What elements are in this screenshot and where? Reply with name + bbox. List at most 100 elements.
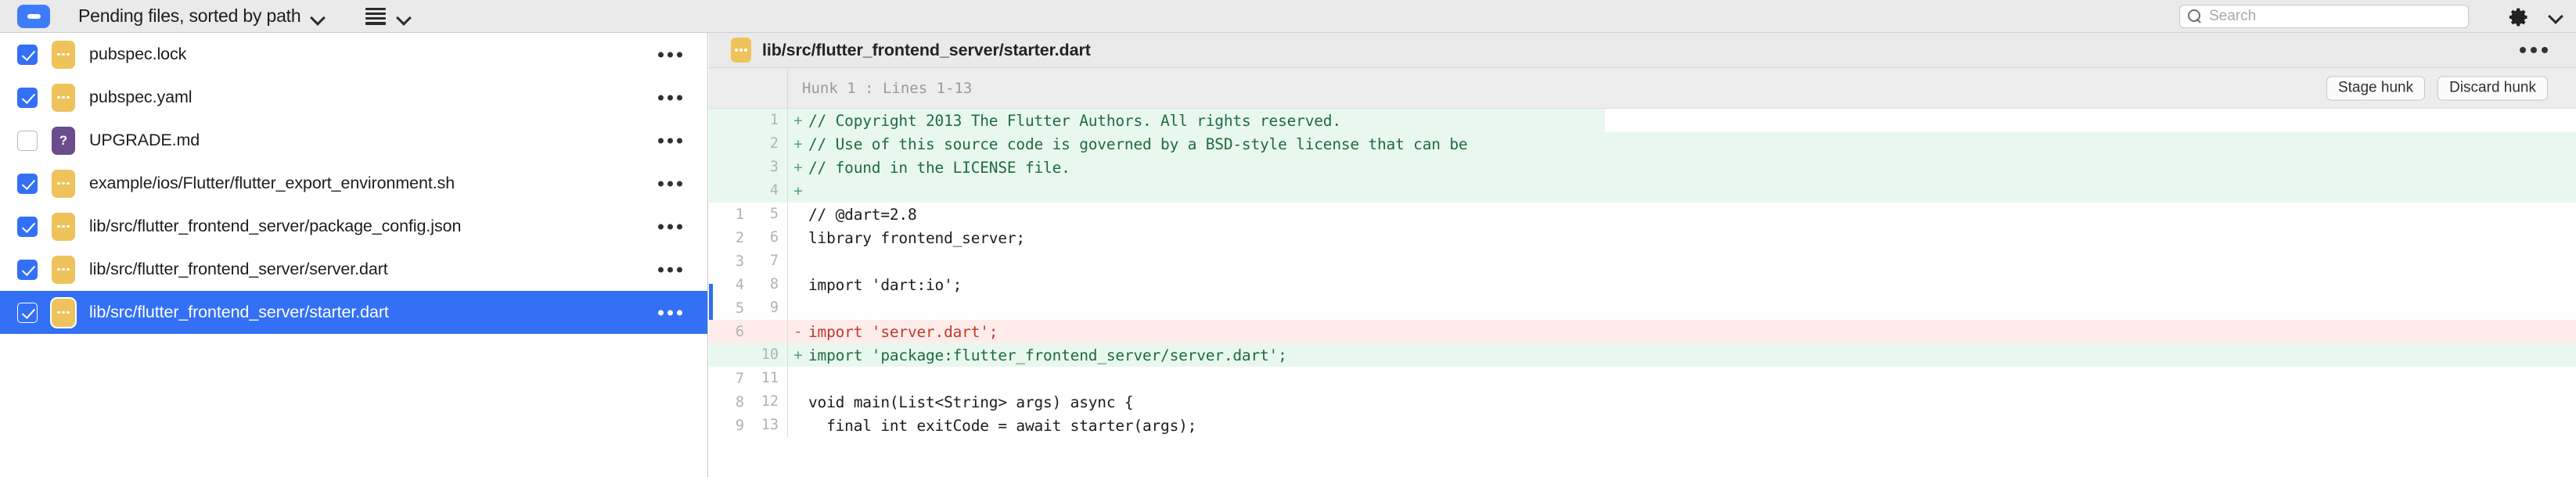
old-line-number: 7 — [709, 371, 754, 387]
file-list-row[interactable]: lib/src/flutter_frontend_server/package_… — [0, 205, 707, 248]
file-stage-checkbox[interactable] — [17, 303, 38, 323]
old-line-number: 6 — [709, 324, 754, 340]
pending-files-list[interactable]: pubspec.lockpubspec.yaml?UPGRADE.md examp… — [0, 33, 708, 477]
more-options-icon[interactable] — [2520, 47, 2548, 53]
file-stage-checkbox[interactable] — [17, 88, 38, 108]
diff-line-ctx[interactable]: 711 — [709, 367, 2576, 390]
hunk-header: Hunk 1 : Lines 1-13 Stage hunk Discard h… — [709, 68, 2576, 109]
file-stage-checkbox[interactable] — [17, 174, 38, 194]
diff-line-add[interactable]: 3+// found in the LICENSE file. — [709, 156, 2576, 179]
new-line-number: 2 — [754, 132, 788, 156]
file-stage-checkbox[interactable] — [17, 45, 38, 65]
diff-line-text: import 'server.dart'; — [808, 323, 998, 341]
old-line-number: 5 — [709, 300, 754, 317]
file-list-row[interactable]: pubspec.yaml — [0, 76, 707, 119]
file-status-badge-modified — [52, 84, 75, 112]
diff-line-text: // Use of this source code is governed b… — [808, 135, 1467, 153]
new-line-number: 10 — [754, 343, 788, 367]
row-more-options-icon[interactable] — [658, 52, 682, 57]
diff-line-gap — [1605, 109, 2576, 132]
row-more-options-icon[interactable] — [658, 224, 682, 229]
search-input[interactable] — [2209, 8, 2468, 25]
diff-pane: lib/src/flutter_frontend_server/starter.… — [709, 33, 2576, 477]
new-line-number: 8 — [754, 273, 788, 296]
file-list-row[interactable]: pubspec.lock — [0, 33, 707, 76]
diff-line-ctx[interactable]: 59 — [709, 296, 2576, 320]
stage-hunk-button[interactable]: Stage hunk — [2326, 76, 2425, 100]
file-stage-checkbox[interactable] — [17, 131, 38, 151]
sort-mode-label[interactable]: Pending files, sorted by path — [78, 5, 300, 27]
diff-line-add[interactable]: 1+// Copyright 2013 The Flutter Authors.… — [709, 109, 2576, 132]
new-line-number: 12 — [754, 390, 788, 414]
diff-line-text: import 'dart:io'; — [808, 276, 962, 294]
collapse-all-button[interactable] — [17, 5, 50, 28]
file-stage-checkbox[interactable] — [17, 260, 38, 280]
file-status-badge-modified — [52, 170, 75, 198]
file-stage-checkbox[interactable] — [17, 217, 38, 237]
diff-sign: + — [788, 112, 808, 129]
new-line-number — [754, 320, 788, 343]
file-list-row[interactable]: ?UPGRADE.md — [0, 119, 707, 162]
hunk-gutter-old — [709, 68, 754, 108]
diff-sign: - — [788, 323, 808, 340]
row-more-options-icon[interactable] — [658, 310, 682, 315]
diff-sign: + — [788, 346, 808, 364]
row-more-options-icon[interactable] — [658, 138, 682, 143]
old-line-number: 2 — [709, 230, 754, 246]
chevron-down-icon[interactable] — [311, 10, 326, 26]
chevron-down-icon[interactable] — [2549, 9, 2564, 24]
file-name-label: lib/src/flutter_frontend_server/package_… — [89, 217, 461, 236]
diff-sign: + — [788, 159, 808, 176]
chevron-down-icon[interactable] — [397, 10, 412, 26]
new-line-number: 3 — [754, 156, 788, 179]
hunk-gutter-new — [754, 68, 788, 108]
diff-line-text: // Copyright 2013 The Flutter Authors. A… — [808, 112, 1341, 130]
diff-line-ctx[interactable]: 37 — [709, 249, 2576, 273]
diff-code-area[interactable]: 1+// Copyright 2013 The Flutter Authors.… — [709, 109, 2576, 437]
row-more-options-icon[interactable] — [658, 181, 682, 186]
row-more-options-icon[interactable] — [658, 95, 682, 100]
diff-line-text: import 'package:flutter_frontend_server/… — [808, 346, 1287, 364]
old-line-number: 3 — [709, 253, 754, 270]
minus-square-icon — [27, 14, 41, 19]
file-status-badge-modified — [52, 299, 75, 327]
row-more-options-icon[interactable] — [658, 267, 682, 272]
diff-line-text: final int exitCode = await starter(args)… — [808, 417, 1196, 435]
new-line-number: 9 — [754, 296, 788, 320]
file-status-badge-modified — [52, 256, 75, 284]
file-status-badge-modified — [731, 38, 751, 63]
diff-line-text: void main(List<String> args) async { — [808, 393, 1133, 411]
file-list-row[interactable]: example/ios/Flutter/flutter_export_envir… — [0, 162, 707, 205]
diff-line-add[interactable]: 4+ — [709, 179, 2576, 203]
old-line-number: 1 — [709, 206, 754, 223]
new-line-number: 4 — [754, 179, 788, 203]
diff-line-ctx[interactable]: 26library frontend_server; — [709, 226, 2576, 249]
diff-line-text: // found in the LICENSE file. — [808, 159, 1070, 177]
search-box[interactable] — [2179, 5, 2469, 28]
diff-line-ctx[interactable]: 913 final int exitCode = await starter(a… — [709, 414, 2576, 437]
file-status-badge-modified — [52, 213, 75, 241]
new-line-number: 7 — [754, 249, 788, 273]
diff-line-ctx[interactable]: 812void main(List<String> args) async { — [709, 390, 2576, 414]
discard-hunk-button[interactable]: Discard hunk — [2437, 76, 2548, 100]
file-name-label: example/ios/Flutter/flutter_export_envir… — [89, 174, 455, 193]
new-line-number: 5 — [754, 203, 788, 226]
diff-line-ctx[interactable]: 15 // @dart=2.8 — [709, 203, 2576, 226]
diff-line-text: // @dart=2.8 — [808, 206, 916, 224]
diff-line-add[interactable]: 2+// Use of this source code is governed… — [709, 132, 2576, 156]
file-status-badge-modified — [52, 41, 75, 69]
gear-icon[interactable] — [2508, 6, 2530, 28]
file-name-label: lib/src/flutter_frontend_server/server.d… — [89, 260, 388, 279]
file-list-row[interactable]: lib/src/flutter_frontend_server/starter.… — [0, 291, 707, 334]
file-name-label: UPGRADE.md — [89, 131, 200, 150]
diff-line-del[interactable]: 6 -import 'server.dart'; — [709, 320, 2576, 343]
diff-line-ctx[interactable]: 48import 'dart:io'; — [709, 273, 2576, 296]
diff-sign: + — [788, 182, 808, 199]
new-line-number: 11 — [754, 367, 788, 390]
top-toolbar: Pending files, sorted by path — [0, 0, 2576, 33]
list-view-icon[interactable] — [365, 8, 386, 25]
new-line-number: 6 — [754, 226, 788, 249]
file-list-row[interactable]: lib/src/flutter_frontend_server/server.d… — [0, 248, 707, 291]
diff-line-add[interactable]: 10+import 'package:flutter_frontend_serv… — [709, 343, 2576, 367]
search-icon — [2188, 9, 2202, 23]
